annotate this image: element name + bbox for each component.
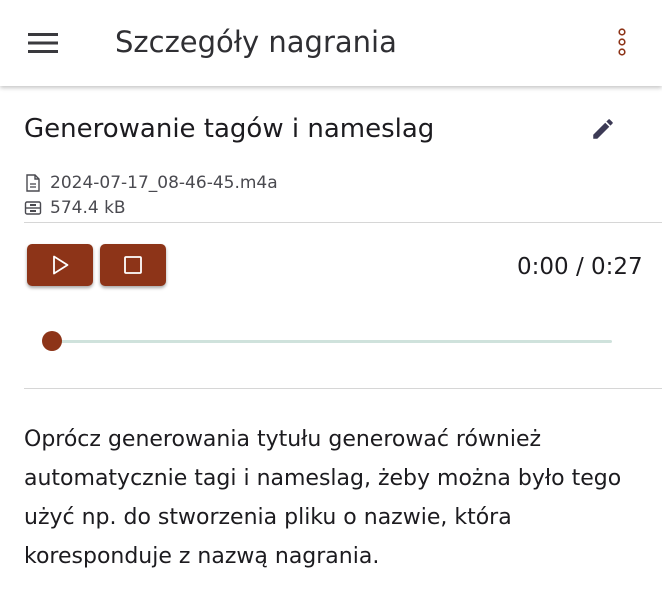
play-icon [53, 255, 69, 275]
file-icon [24, 174, 42, 192]
storage-icon [24, 199, 42, 217]
file-name: 2024-07-17_08-46-45.m4a [50, 173, 278, 193]
page-title: Szczegóły nagrania [115, 25, 397, 59]
recording-details: Generowanie tagów i nameslag 2024-07-17_… [0, 86, 662, 598]
more-vert-icon [618, 28, 626, 56]
current-time: 0:00 [517, 254, 569, 280]
total-time: 0:27 [591, 254, 643, 280]
stop-icon [124, 256, 142, 274]
divider [24, 222, 662, 223]
playback-time: 0:00 / 0:27 [517, 251, 643, 283]
slider-thumb[interactable] [42, 331, 62, 351]
file-size-row: 574.4 kB [24, 197, 126, 219]
recording-description: Oprócz generowania tytułu generować równ… [24, 427, 622, 569]
menu-button[interactable] [22, 26, 64, 60]
stop-button[interactable] [100, 244, 166, 286]
more-options-button[interactable] [604, 24, 640, 60]
play-button[interactable] [27, 244, 93, 286]
file-name-row: 2024-07-17_08-46-45.m4a [24, 172, 278, 194]
pencil-icon [593, 119, 613, 139]
seek-slider[interactable] [42, 330, 612, 352]
divider [24, 388, 662, 389]
edit-title-button[interactable] [586, 112, 620, 146]
app-bar: Szczegóły nagrania [0, 0, 662, 86]
time-separator: / [568, 254, 592, 280]
recording-title: Generowanie tagów i nameslag [24, 114, 435, 144]
hamburger-menu-icon [28, 33, 58, 53]
file-size: 574.4 kB [50, 198, 126, 218]
slider-track [52, 340, 612, 343]
